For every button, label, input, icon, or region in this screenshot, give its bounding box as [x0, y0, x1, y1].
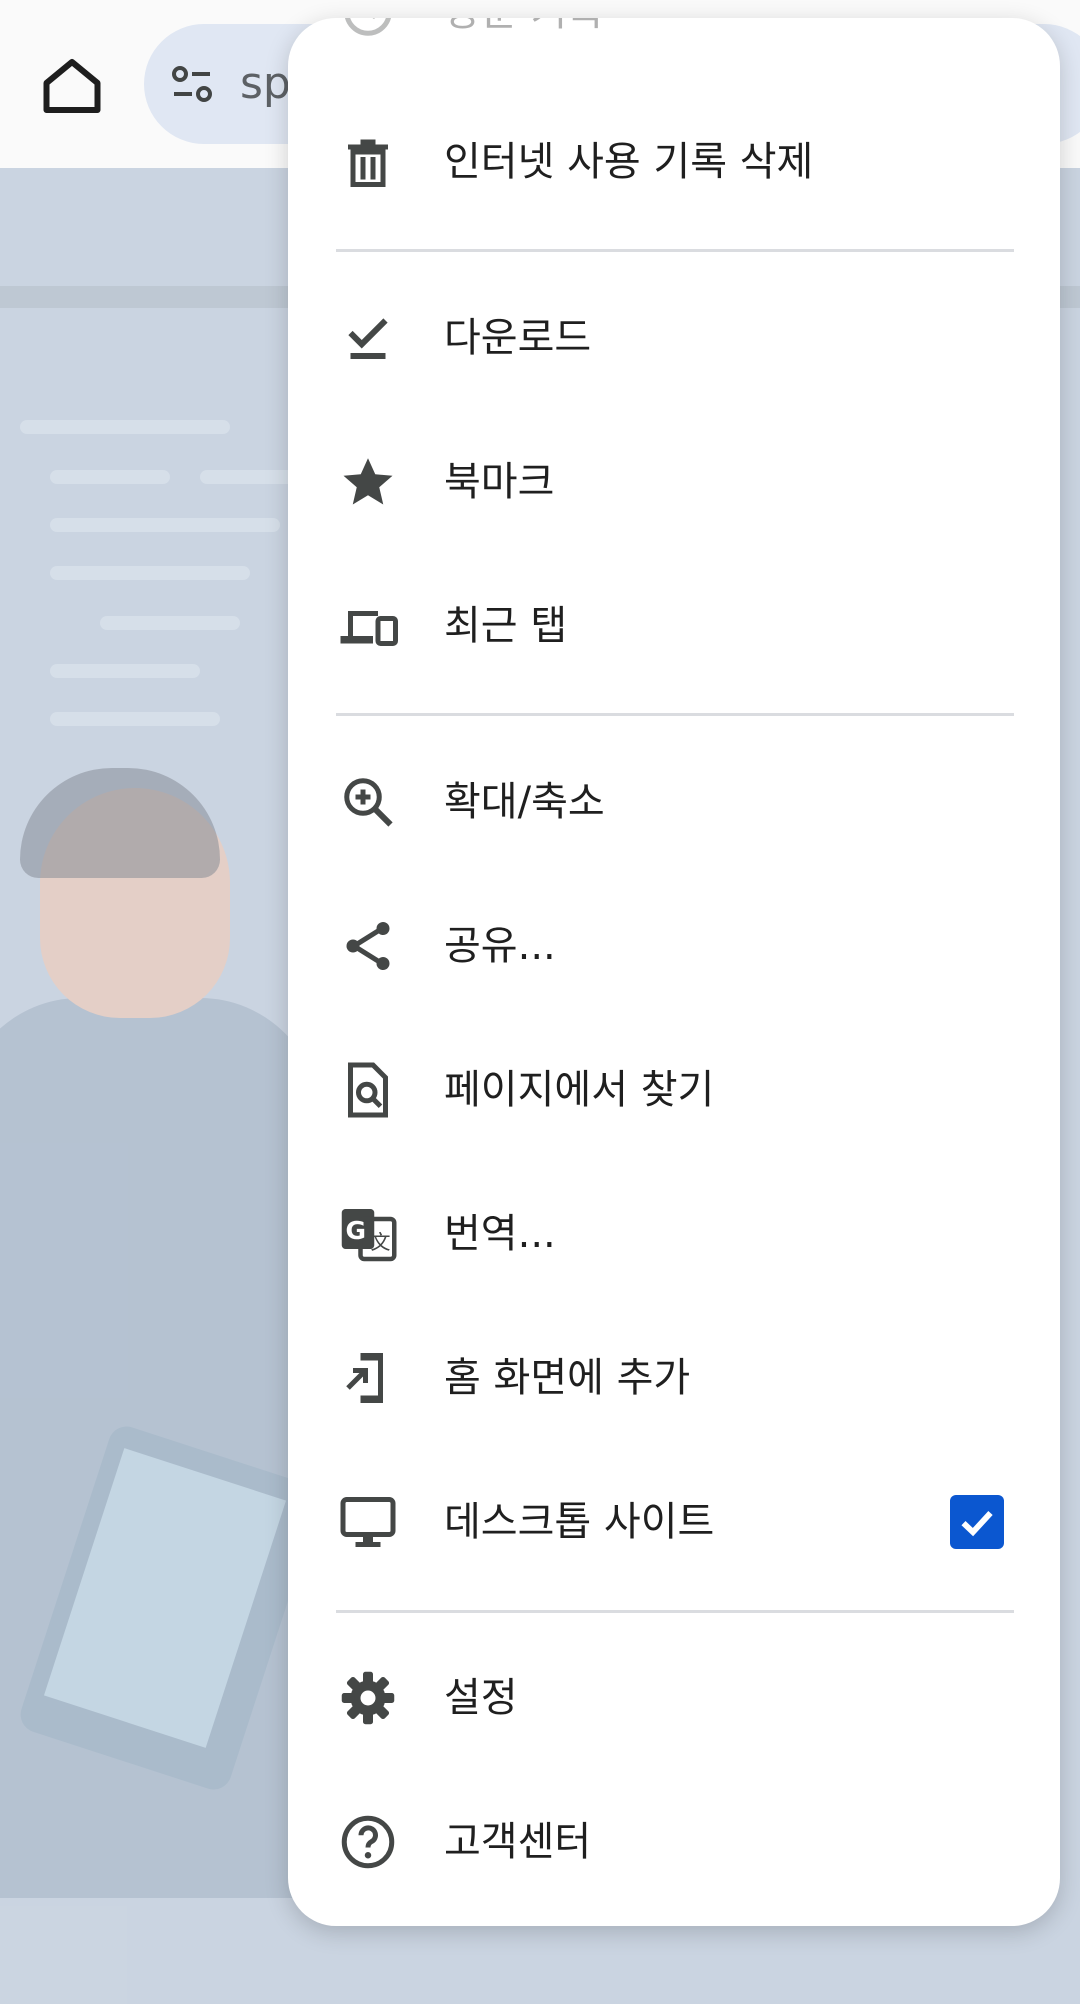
menu-item-label: 공유...	[444, 923, 556, 969]
translate-icon: G文	[338, 1204, 398, 1264]
download-check-icon	[338, 308, 398, 368]
gear-icon	[338, 1668, 398, 1728]
desktop-icon	[338, 1492, 398, 1552]
trash-icon	[338, 132, 398, 192]
menu-item-label: 확대/축소	[444, 779, 605, 825]
menu-item-label: 설정	[444, 1675, 518, 1721]
help-icon	[338, 1812, 398, 1872]
menu-item-settings[interactable]: 설정	[288, 1626, 1060, 1770]
menu-item-clear-browsing-data[interactable]: 인터넷 사용 기록 삭제	[288, 90, 1060, 234]
menu-item-label: 인터넷 사용 기록 삭제	[444, 139, 814, 185]
menu-divider	[336, 713, 1014, 716]
menu-item-history[interactable]: 방문 기록	[288, 18, 1060, 84]
desktop-site-checkbox[interactable]	[950, 1495, 1004, 1549]
menu-divider	[336, 1610, 1014, 1613]
menu-item-label: 고객센터	[444, 1819, 592, 1865]
svg-text:文: 文	[371, 1230, 391, 1254]
menu-item-label: 북마크	[444, 459, 555, 505]
menu-item-help[interactable]: 고객센터	[288, 1770, 1060, 1914]
menu-item-bookmarks[interactable]: 북마크	[288, 410, 1060, 554]
menu-item-label: 최근 탭	[444, 603, 568, 649]
overflow-menu: 방문 기록 인터넷 사용 기록 삭제 다운로드 북마크 최근 탭 확대/축	[288, 18, 1060, 1926]
menu-item-downloads[interactable]: 다운로드	[288, 266, 1060, 410]
devices-icon	[338, 596, 398, 656]
menu-item-label: 홈 화면에 추가	[444, 1355, 691, 1401]
menu-item-add-to-home[interactable]: 홈 화면에 추가	[288, 1306, 1060, 1450]
menu-item-label: 다운로드	[444, 315, 592, 361]
menu-item-share[interactable]: 공유...	[288, 874, 1060, 1018]
menu-divider	[336, 249, 1014, 252]
menu-item-find-in-page[interactable]: 페이지에서 찾기	[288, 1018, 1060, 1162]
menu-item-label: 데스크톱 사이트	[444, 1499, 715, 1545]
menu-item-recent-tabs[interactable]: 최근 탭	[288, 554, 1060, 698]
find-in-page-icon	[338, 1060, 398, 1120]
svg-text:G: G	[346, 1216, 367, 1245]
menu-item-label: 방문 기록	[444, 18, 604, 84]
menu-item-label: 페이지에서 찾기	[444, 1067, 715, 1113]
zoom-in-icon	[338, 772, 398, 832]
history-icon	[338, 18, 398, 42]
share-icon	[338, 916, 398, 976]
star-icon	[338, 452, 398, 512]
menu-item-desktop-site[interactable]: 데스크톱 사이트	[288, 1450, 1060, 1594]
menu-item-zoom[interactable]: 확대/축소	[288, 730, 1060, 874]
add-to-home-icon	[338, 1348, 398, 1408]
menu-item-label: 번역...	[444, 1211, 556, 1257]
menu-item-translate[interactable]: G文 번역...	[288, 1162, 1060, 1306]
